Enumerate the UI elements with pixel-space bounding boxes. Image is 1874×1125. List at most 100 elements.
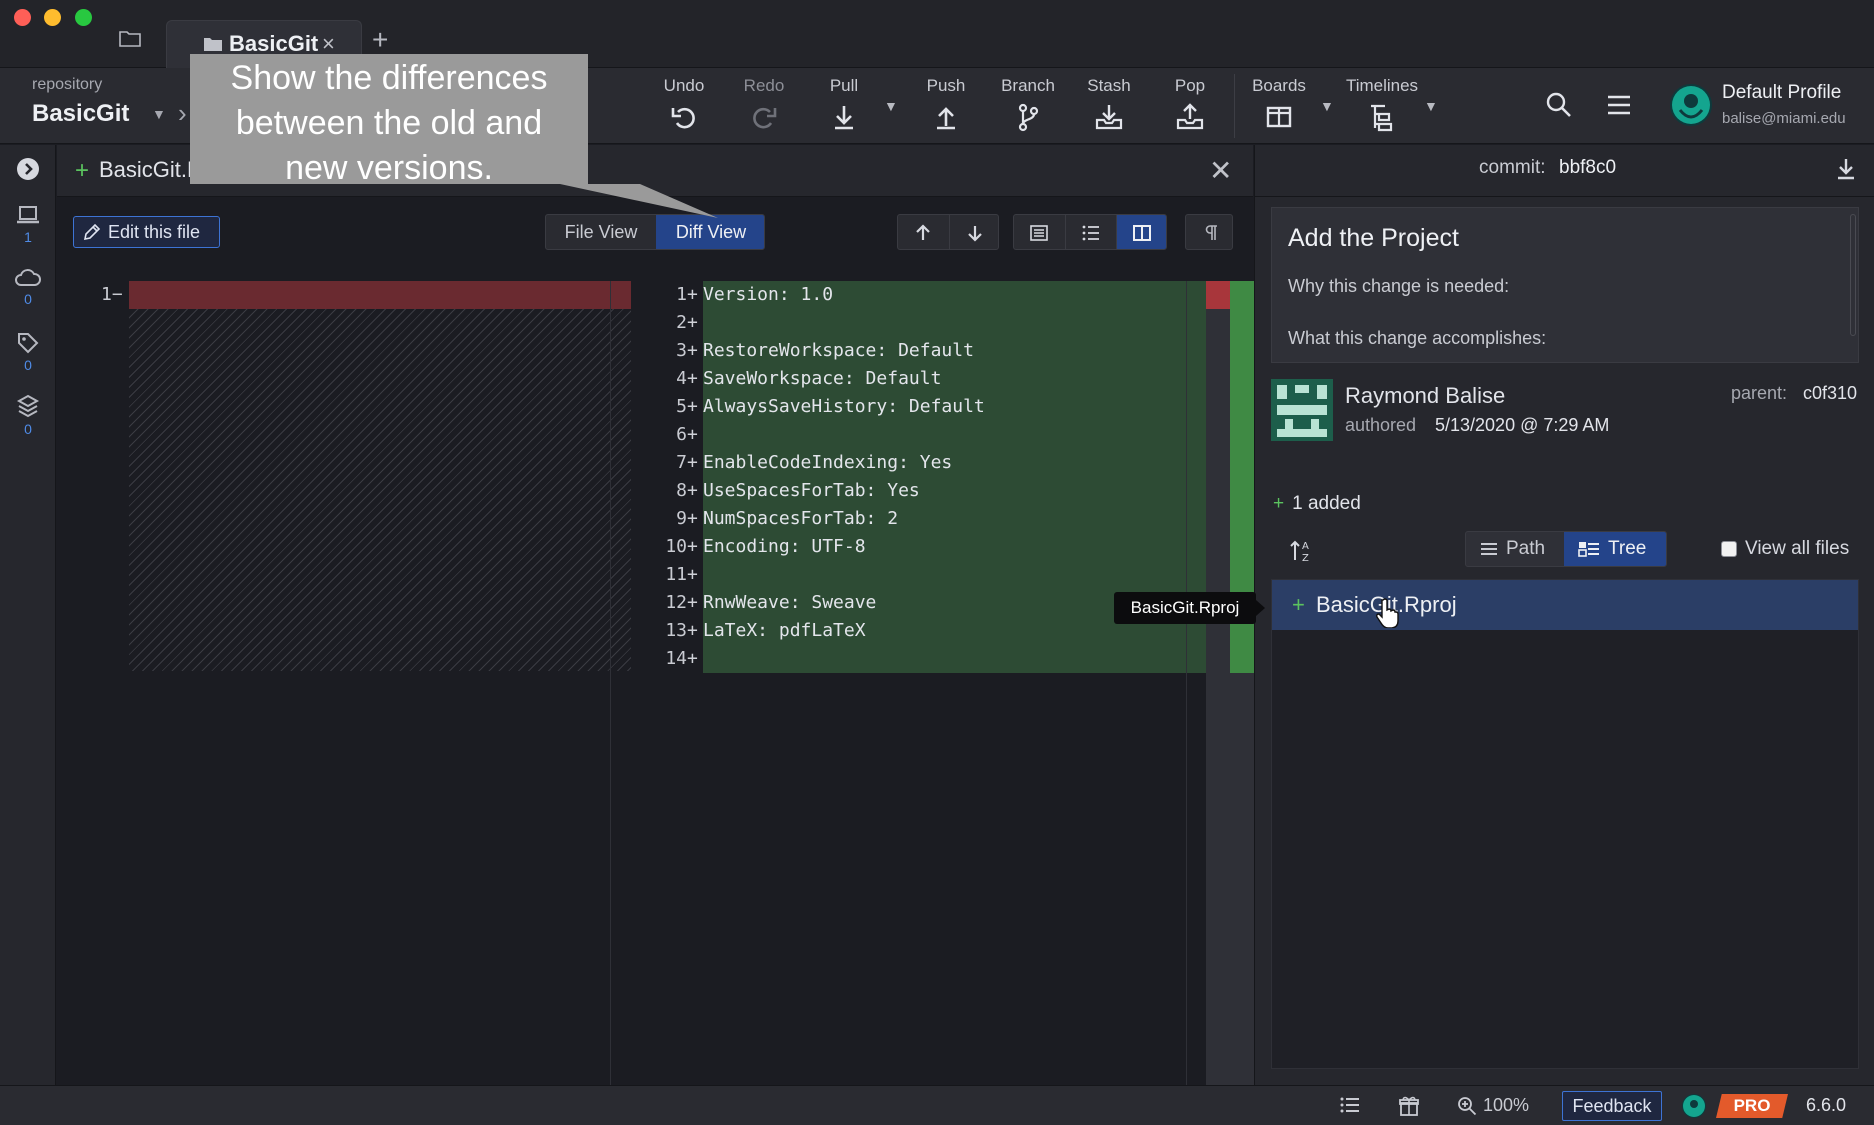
arrow-up-icon	[916, 224, 930, 240]
parent-sha[interactable]: c0f310	[1803, 383, 1857, 404]
push-button[interactable]: Push	[916, 76, 976, 132]
pull-icon	[835, 106, 853, 130]
hamburger-menu-icon[interactable]	[1604, 90, 1634, 120]
code-line: 6 +	[647, 421, 1207, 449]
sort-az-icon[interactable]: AZ	[1289, 538, 1315, 564]
repo-name[interactable]: BasicGit	[32, 100, 129, 128]
code-text: RnwWeave: Sweave	[703, 592, 877, 613]
show-whitespace-button[interactable]	[1186, 215, 1232, 249]
tree-icon	[1578, 542, 1599, 557]
zoom-icon[interactable]	[1456, 1095, 1478, 1117]
commit-message-box[interactable]: Add the Project Why this change is neede…	[1271, 207, 1859, 363]
path-label: Path	[1506, 538, 1546, 559]
new-tab-button[interactable]: +	[372, 24, 388, 56]
line-number: 6	[676, 424, 687, 445]
gift-icon[interactable]	[1398, 1095, 1420, 1117]
branch-button[interactable]: Branch	[996, 76, 1060, 132]
boards-button[interactable]: Boards	[1248, 76, 1310, 132]
timelines-label: Timelines	[1345, 76, 1419, 95]
commit-details-panel: commit: bbf8c0 Add the Project Why this …	[1254, 145, 1874, 1085]
redo-button[interactable]: Redo	[734, 76, 794, 132]
tree-label: Tree	[1608, 538, 1647, 559]
diff-view-button[interactable]: Diff View	[656, 215, 764, 249]
lines-icon	[1481, 543, 1497, 555]
remotes-count: 0	[24, 291, 32, 307]
pane-divider	[610, 281, 611, 1085]
stash-button[interactable]: Stash	[1078, 76, 1140, 132]
commit-sha[interactable]: bbf8c0	[1559, 157, 1616, 179]
added-marker: +	[687, 508, 698, 529]
activity-log-icon[interactable]	[1340, 1096, 1360, 1114]
profile-avatar[interactable]	[1670, 84, 1712, 126]
timelines-dropdown-icon[interactable]: ▼	[1424, 98, 1438, 114]
folder-icon	[204, 38, 222, 51]
expand-sidebar-button[interactable]	[0, 157, 56, 181]
edit-file-label: Edit this file	[108, 222, 201, 242]
undo-button[interactable]: Undo	[654, 76, 714, 132]
pro-badge[interactable]: PRO	[1716, 1094, 1788, 1118]
line-number: 2	[676, 312, 687, 333]
message-scrollbar[interactable]	[1850, 214, 1856, 336]
feedback-button[interactable]: Feedback	[1562, 1091, 1662, 1121]
boards-icon	[1266, 106, 1292, 128]
added-marker: +	[687, 312, 698, 333]
minimize-window-button[interactable]	[44, 9, 61, 26]
pop-label: Pop	[1174, 76, 1206, 95]
minimap-removed-marker	[1206, 281, 1230, 309]
split-view-button[interactable]	[1116, 215, 1166, 249]
repo-dropdown-icon[interactable]: ▼	[152, 106, 166, 122]
tags-count: 0	[24, 357, 32, 373]
path-view-button[interactable]: Path	[1466, 532, 1564, 566]
hunk-view-button[interactable]	[1065, 215, 1115, 249]
open-repo-folder-icon[interactable]	[118, 28, 146, 52]
line-number: 3	[676, 340, 687, 361]
tags-button[interactable]: 0	[0, 331, 56, 373]
view-all-files-checkbox[interactable]	[1721, 541, 1737, 557]
boards-dropdown-icon[interactable]: ▼	[1320, 98, 1334, 114]
code-line: 2 +	[647, 309, 1207, 337]
stashes-button[interactable]: 0	[0, 393, 56, 437]
close-diff-icon[interactable]: ✕	[1209, 154, 1232, 187]
profile-email: balise@miami.edu	[1722, 110, 1846, 127]
profile-name[interactable]: Default Profile	[1722, 82, 1841, 104]
remotes-button[interactable]: 0	[0, 267, 56, 307]
chevron-right-circle-icon	[17, 158, 39, 180]
edit-file-button[interactable]: Edit this file	[73, 216, 220, 248]
view-all-files-label[interactable]: View all files	[1745, 538, 1849, 560]
file-row[interactable]: + BasicGit.Rproj	[1272, 580, 1858, 630]
line-number: 1	[676, 284, 687, 305]
file-view-button[interactable]: File View	[546, 215, 656, 249]
parent-label: parent:	[1731, 383, 1788, 403]
repo-label: repository	[32, 76, 103, 93]
pull-options-dropdown-icon[interactable]: ▼	[884, 98, 898, 114]
close-window-button[interactable]	[14, 9, 31, 26]
removed-line	[129, 281, 631, 309]
added-marker: +	[687, 592, 698, 613]
tree-view-button[interactable]: Tree	[1564, 532, 1666, 566]
split-view-icon	[1133, 225, 1151, 241]
zoom-window-button[interactable]	[75, 9, 92, 26]
commit-description-line: What this change accomplishes:	[1288, 328, 1547, 348]
inline-view-button[interactable]	[1014, 215, 1064, 249]
added-marker: +	[687, 564, 698, 585]
commit-header: commit: bbf8c0	[1255, 145, 1874, 197]
zoom-level[interactable]: 100%	[1483, 1095, 1529, 1116]
previous-change-button[interactable]	[898, 215, 948, 249]
pull-button[interactable]: Pull	[814, 76, 874, 132]
view-mode-toggle: File View Diff View	[545, 214, 765, 250]
local-branches-button[interactable]: 1	[0, 203, 56, 245]
download-icon[interactable]	[1835, 157, 1857, 181]
left-rail: 1 0 0 0	[0, 145, 56, 1085]
branch-label: Branch	[1001, 76, 1055, 95]
timelines-button[interactable]: Timelines	[1340, 76, 1424, 132]
diff-minimap[interactable]	[1206, 281, 1254, 1085]
callout-line: between the old and	[235, 104, 543, 142]
line-number: 12	[665, 592, 687, 613]
next-change-button[interactable]	[949, 215, 998, 249]
search-icon[interactable]	[1544, 90, 1574, 120]
pop-icon	[1176, 103, 1204, 130]
code-line: 1 + Version: 1.0	[647, 281, 1207, 309]
pop-button[interactable]: Pop	[1160, 76, 1220, 132]
code-text: UseSpacesForTab: Yes	[703, 480, 920, 501]
added-marker: +	[687, 620, 698, 641]
